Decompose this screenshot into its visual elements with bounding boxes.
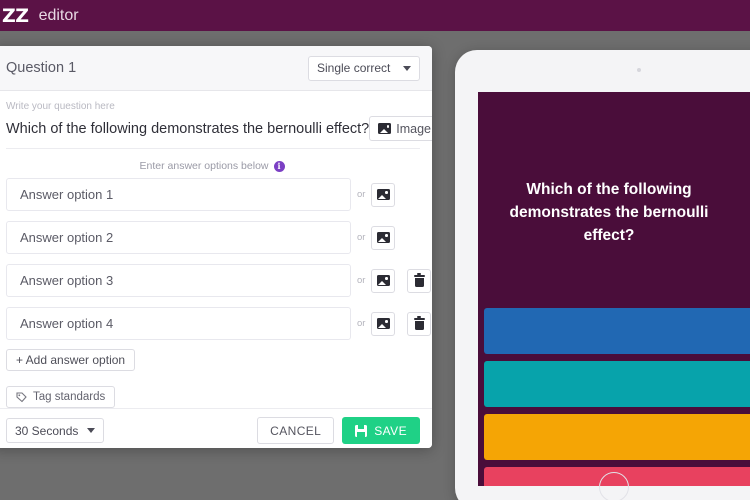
chevron-down-icon bbox=[403, 65, 411, 71]
answer-options-list: Answer option 1 or Answer option 2 or An… bbox=[0, 178, 432, 371]
question-type-value: Single correct bbox=[317, 61, 391, 75]
home-button-icon[interactable] bbox=[599, 472, 629, 500]
picture-icon bbox=[376, 189, 390, 200]
app-logo[interactable]: ZZ bbox=[2, 5, 29, 27]
or-label: or bbox=[357, 318, 366, 329]
tag-icon bbox=[16, 391, 27, 403]
or-label: or bbox=[357, 232, 366, 243]
trash-icon bbox=[413, 316, 425, 330]
editor-modal-footer: 30 Seconds CANCEL SAVE bbox=[0, 408, 432, 448]
answer-options-helper: Enter answer options below i bbox=[0, 153, 432, 178]
answer-option-image-button-4[interactable] bbox=[371, 311, 396, 336]
answer-option-delete-button-4[interactable] bbox=[407, 311, 432, 336]
picture-icon bbox=[376, 275, 390, 286]
answer-option-input-2[interactable]: Answer option 2 bbox=[6, 221, 351, 254]
camera-icon bbox=[637, 68, 641, 72]
preview-screen: Which of the following demonstrates the … bbox=[478, 92, 750, 486]
save-button-label: SAVE bbox=[374, 423, 407, 438]
app-logo-subtitle: editor bbox=[38, 6, 79, 24]
answer-options-helper-text: Enter answer options below bbox=[139, 160, 269, 172]
tag-standards-button[interactable]: Tag standards bbox=[6, 386, 116, 408]
floppy-disk-icon bbox=[355, 424, 368, 437]
info-icon[interactable]: i bbox=[273, 160, 285, 172]
tag-standards-label: Tag standards bbox=[33, 391, 106, 403]
or-label: or bbox=[357, 189, 366, 200]
tag-standards-area: Tag standards bbox=[0, 371, 432, 408]
question-input[interactable]: Which of the following demonstrates the … bbox=[6, 121, 369, 137]
answer-option-row: Answer option 2 or bbox=[6, 221, 420, 254]
trash-icon bbox=[413, 273, 425, 287]
answer-option-input-1[interactable]: Answer option 1 bbox=[6, 178, 351, 211]
save-button[interactable]: SAVE bbox=[342, 417, 420, 444]
question-field-label: Write your question here bbox=[6, 101, 115, 112]
add-answer-option-button[interactable]: + Add answer option bbox=[6, 349, 136, 371]
picture-icon bbox=[376, 318, 390, 329]
question-image-button-label: Image bbox=[396, 121, 431, 136]
answer-option-image-button-2[interactable] bbox=[371, 225, 396, 250]
answer-option-input-3[interactable]: Answer option 3 bbox=[6, 264, 351, 297]
editor-modal-header: Question 1 Single correct bbox=[0, 46, 432, 91]
question-input-row: Which of the following demonstrates the … bbox=[6, 116, 432, 149]
question-section: Write your question here Which of the fo… bbox=[0, 91, 432, 153]
answer-option-image-button-1[interactable] bbox=[371, 182, 396, 207]
answer-option-image-button-3[interactable] bbox=[371, 268, 396, 293]
answer-option-row: Answer option 1 or bbox=[6, 178, 420, 211]
question-image-button[interactable]: Image bbox=[369, 116, 432, 141]
preview-answer-bar-3[interactable] bbox=[484, 414, 750, 460]
answer-option-delete-button-3[interactable] bbox=[407, 268, 432, 293]
page-title: Question 1 bbox=[6, 60, 77, 76]
app-header-bar: ZZ editor bbox=[0, 0, 750, 31]
preview-question-text: Which of the following demonstrates the … bbox=[509, 181, 709, 244]
answer-option-row: Answer option 3 or bbox=[6, 264, 432, 297]
question-time-select[interactable]: 30 Seconds bbox=[6, 418, 104, 443]
preview-answer-bar-2[interactable] bbox=[484, 361, 750, 407]
answer-option-input-4[interactable]: Answer option 4 bbox=[6, 307, 351, 340]
footer-actions: CANCEL SAVE bbox=[257, 417, 420, 444]
answer-option-row: Answer option 4 or bbox=[6, 307, 432, 340]
preview-answer-list bbox=[484, 308, 750, 486]
picture-icon bbox=[378, 123, 392, 134]
question-type-select[interactable]: Single correct bbox=[308, 55, 420, 81]
cancel-button[interactable]: CANCEL bbox=[257, 417, 335, 444]
preview-answer-bar-1[interactable] bbox=[484, 308, 750, 354]
picture-icon bbox=[376, 232, 390, 243]
chevron-down-icon bbox=[87, 428, 95, 433]
question-time-value: 30 Seconds bbox=[15, 423, 79, 438]
or-label: or bbox=[357, 275, 366, 286]
tablet-preview-device: Which of the following demonstrates the … bbox=[455, 50, 750, 500]
question-editor-modal: Question 1 Single correct Write your que… bbox=[0, 46, 432, 448]
